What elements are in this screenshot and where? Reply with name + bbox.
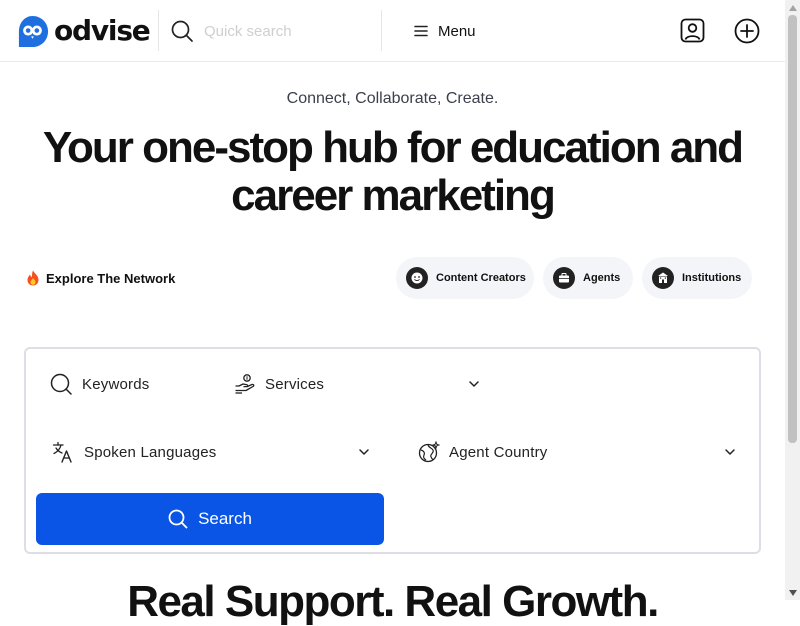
pill-content-creators[interactable]: Content Creators — [396, 257, 534, 299]
brand-name: odvise — [54, 14, 151, 47]
menu-button[interactable]: Menu — [413, 19, 476, 43]
search-button[interactable]: Search — [36, 493, 384, 545]
section-heading: Real Support. Real Growth. — [127, 578, 659, 626]
pill-label: Institutions — [682, 272, 742, 284]
search-button-label: Search — [198, 509, 252, 528]
header-divider — [381, 10, 382, 51]
services-dropdown[interactable]: Services — [234, 372, 484, 396]
triangle-down-icon — [788, 589, 797, 596]
quick-search-box[interactable] — [170, 17, 370, 45]
search-filter-card: Keywords Services Spoken Languages Agent… — [24, 347, 761, 554]
keywords-label: Keywords — [82, 375, 150, 393]
search-icon — [50, 373, 72, 395]
brand-logo[interactable]: odvise — [16, 14, 151, 48]
hand-service-icon — [235, 374, 255, 394]
keywords-field[interactable]: Keywords — [50, 372, 220, 396]
chevron-down-icon — [469, 381, 479, 387]
globe-sparkle-icon — [418, 441, 440, 463]
agent-country-dropdown[interactable]: Agent Country — [418, 440, 738, 464]
quick-search-input[interactable] — [202, 18, 362, 44]
plus-circle-icon — [734, 18, 760, 44]
agent-country-label: Agent Country — [449, 443, 548, 461]
hero-headline: Your one-stop hub for education and care… — [42, 123, 744, 220]
scrollbar-thumb[interactable] — [788, 15, 797, 443]
explore-network-link[interactable]: Explore The Network — [26, 268, 175, 288]
scroll-down-arrow[interactable] — [785, 585, 800, 600]
pill-institutions[interactable]: Institutions — [642, 257, 752, 299]
menu-label: Menu — [438, 22, 476, 40]
chevron-down-icon — [359, 449, 369, 455]
search-icon — [168, 509, 188, 529]
pill-label: Agents — [583, 272, 621, 284]
pill-label: Content Creators — [436, 272, 526, 284]
user-account-icon — [680, 18, 705, 43]
top-navbar: odvise Menu — [0, 0, 785, 62]
translate-icon — [52, 441, 72, 463]
pill-agents[interactable]: Agents — [543, 257, 633, 299]
owl-logo-icon — [18, 15, 49, 47]
spoken-languages-label: Spoken Languages — [84, 443, 217, 461]
page-scrollbar[interactable] — [785, 0, 800, 600]
search-icon — [171, 20, 193, 42]
smiley-icon — [406, 267, 428, 289]
explore-network-label: Explore The Network — [46, 270, 176, 286]
scroll-up-arrow[interactable] — [785, 0, 800, 15]
building-icon — [652, 267, 674, 289]
briefcase-icon — [553, 267, 575, 289]
add-button[interactable] — [734, 18, 760, 44]
spoken-languages-dropdown[interactable]: Spoken Languages — [52, 440, 372, 464]
hamburger-icon — [414, 25, 428, 37]
hero-tagline: Connect, Collaborate, Create. — [286, 90, 499, 107]
fire-icon — [27, 270, 39, 286]
services-label: Services — [265, 375, 325, 393]
account-button[interactable] — [680, 18, 705, 43]
chevron-down-icon — [725, 449, 735, 455]
header-divider — [158, 10, 159, 51]
triangle-up-icon — [788, 4, 797, 11]
